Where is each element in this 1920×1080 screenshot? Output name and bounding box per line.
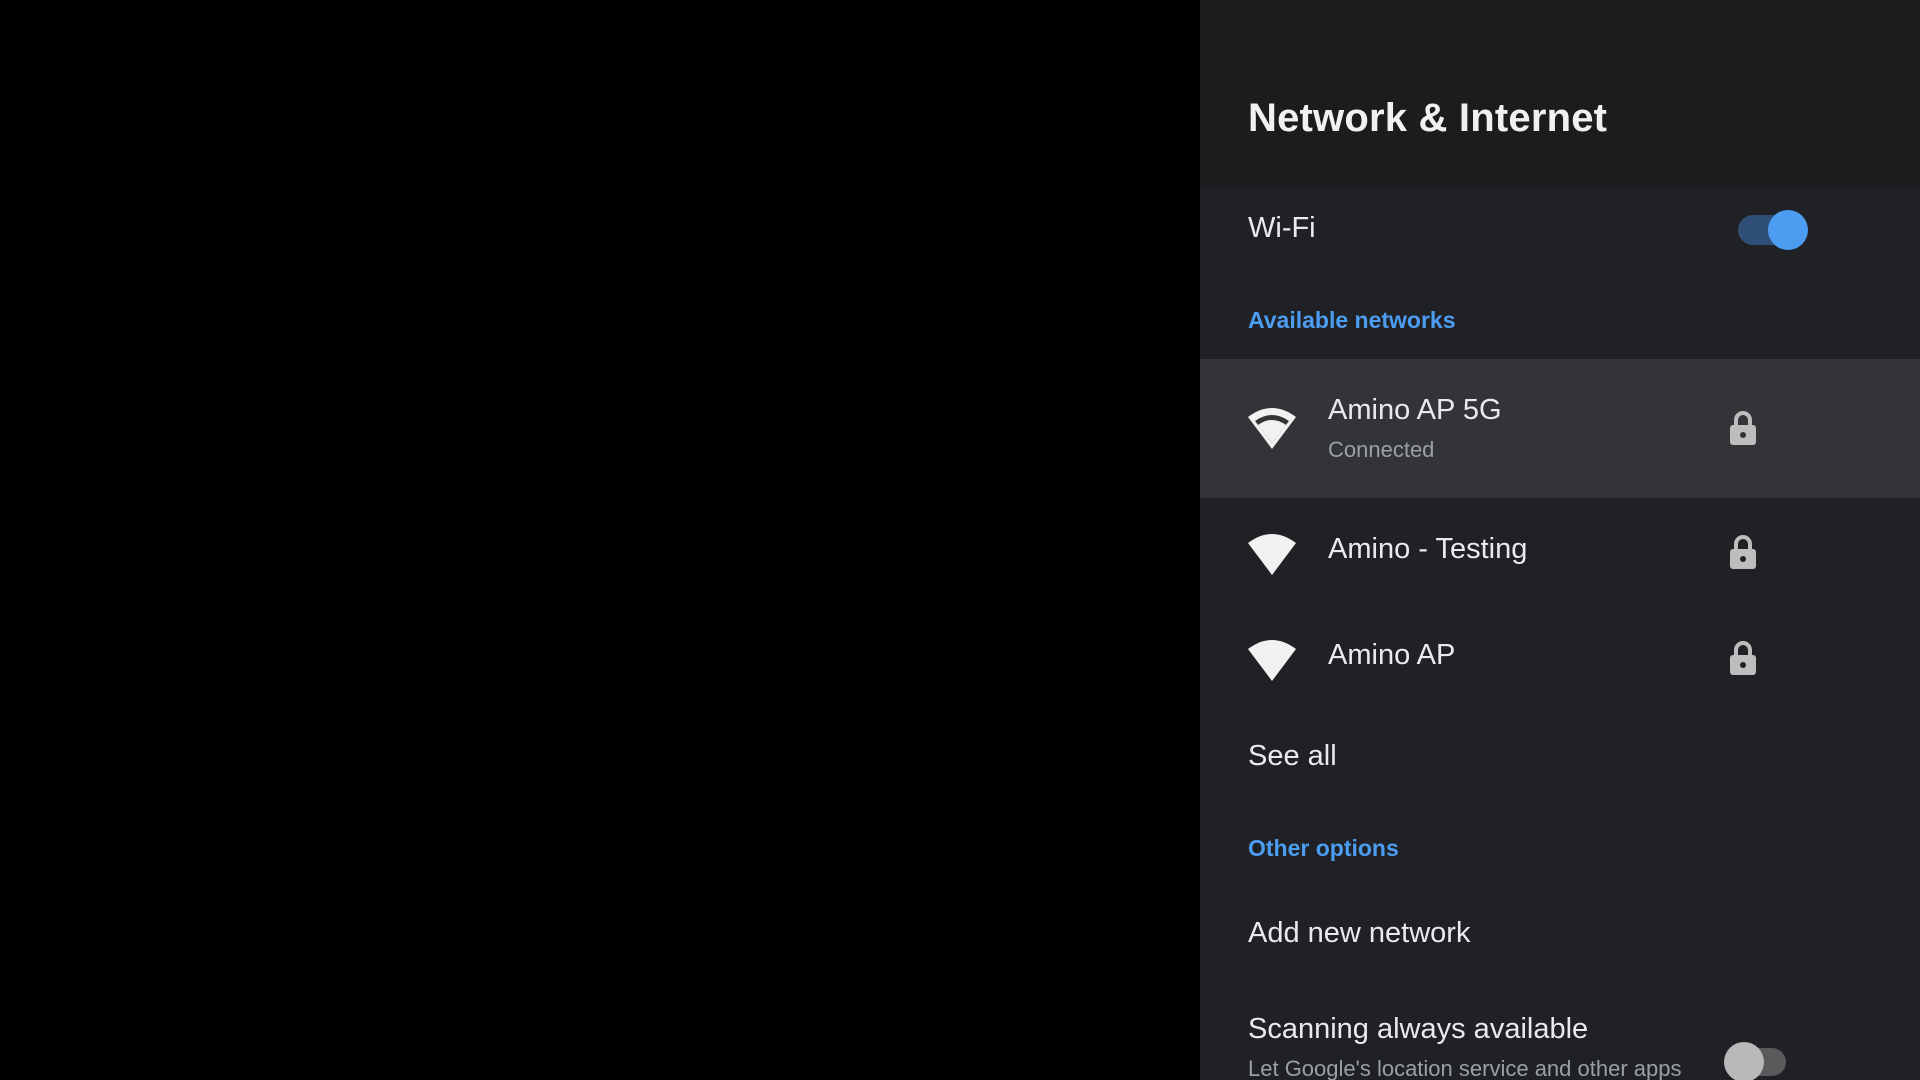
other-options-header: Other options bbox=[1248, 835, 1399, 861]
panel-header: Network & Internet bbox=[1200, 0, 1920, 183]
see-all-button[interactable]: See all bbox=[1200, 718, 1920, 798]
add-new-network-button[interactable]: Add new network bbox=[1200, 895, 1920, 975]
lock-icon bbox=[1730, 411, 1756, 445]
settings-panel: Network & Internet Wi-Fi Available netwo… bbox=[1200, 0, 1920, 1080]
wifi-switch-knob bbox=[1768, 210, 1808, 250]
app-background bbox=[0, 0, 1200, 1080]
scanning-label: Scanning always available bbox=[1248, 1013, 1589, 1045]
see-all-label: See all bbox=[1248, 740, 1337, 772]
wifi-signal-icon bbox=[1248, 408, 1296, 449]
wifi-switch[interactable] bbox=[1738, 210, 1808, 250]
network-item-amino-ap[interactable]: Amino AP bbox=[1200, 604, 1920, 710]
wifi-label: Wi-Fi bbox=[1248, 212, 1316, 244]
network-name: Amino - Testing bbox=[1328, 533, 1528, 565]
network-name: Amino AP bbox=[1328, 639, 1456, 671]
wifi-signal-icon bbox=[1248, 640, 1296, 681]
network-status: Connected bbox=[1328, 437, 1435, 462]
wifi-signal-icon bbox=[1248, 534, 1296, 575]
scanning-description: Let Google's location service and other … bbox=[1248, 1056, 1682, 1080]
scanning-switch[interactable] bbox=[1724, 1042, 1786, 1080]
scanning-toggle-row[interactable]: Scanning always available Let Google's l… bbox=[1200, 995, 1920, 1080]
network-item-amino-ap-5g[interactable]: Amino AP 5G Connected bbox=[1200, 359, 1920, 498]
page-title: Network & Internet bbox=[1248, 96, 1608, 140]
network-item-amino-testing[interactable]: Amino - Testing bbox=[1200, 498, 1920, 604]
add-network-label: Add new network bbox=[1248, 917, 1471, 949]
lock-icon bbox=[1730, 641, 1756, 675]
network-name: Amino AP 5G bbox=[1328, 394, 1502, 426]
scanning-switch-knob bbox=[1724, 1042, 1764, 1080]
wifi-toggle-row[interactable]: Wi-Fi bbox=[1200, 190, 1920, 270]
available-networks-header: Available networks bbox=[1248, 307, 1456, 333]
lock-icon bbox=[1730, 535, 1756, 569]
